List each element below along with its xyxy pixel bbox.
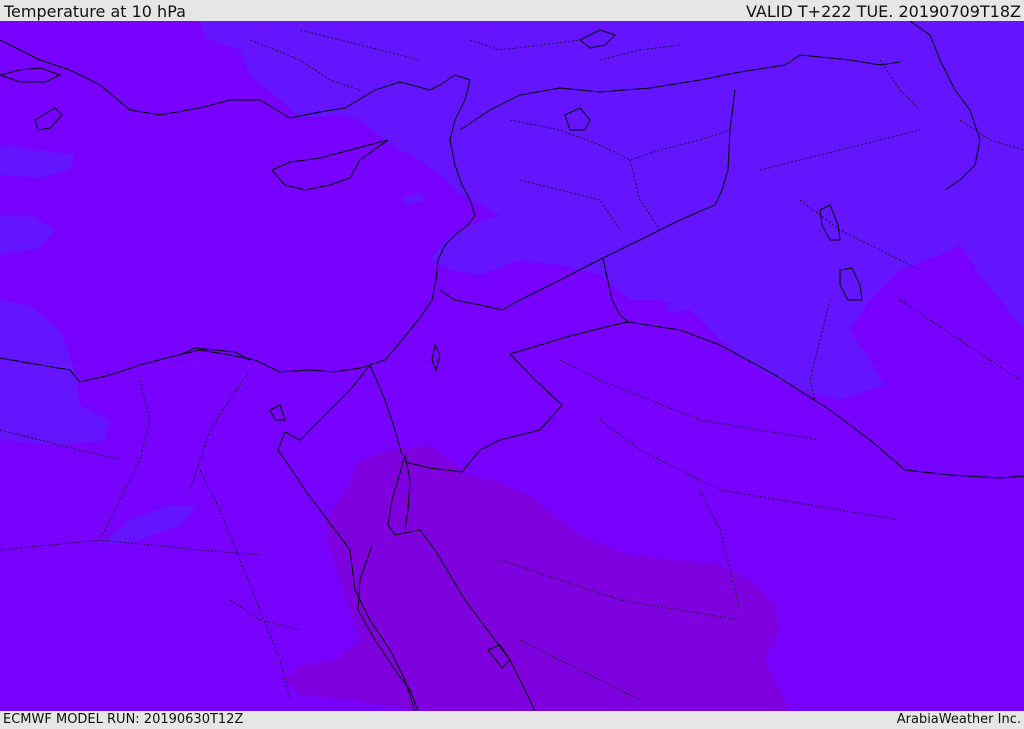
valid-time-label: VALID T+222 TUE. 20190709T18Z: [745, 2, 1021, 21]
map-title: Temperature at 10 hPa: [4, 2, 186, 21]
footer-bar: ECMWF MODEL RUN: 20190630T12Z ArabiaWeat…: [0, 711, 1024, 729]
weather-map[interactable]: [0, 21, 1024, 711]
credit-label: ArabiaWeather Inc.: [896, 712, 1021, 727]
map-canvas: [0, 21, 1024, 711]
model-run-label: ECMWF MODEL RUN: 20190630T12Z: [3, 712, 244, 727]
header-bar: Temperature at 10 hPa VALID T+222 TUE. 2…: [0, 0, 1024, 21]
